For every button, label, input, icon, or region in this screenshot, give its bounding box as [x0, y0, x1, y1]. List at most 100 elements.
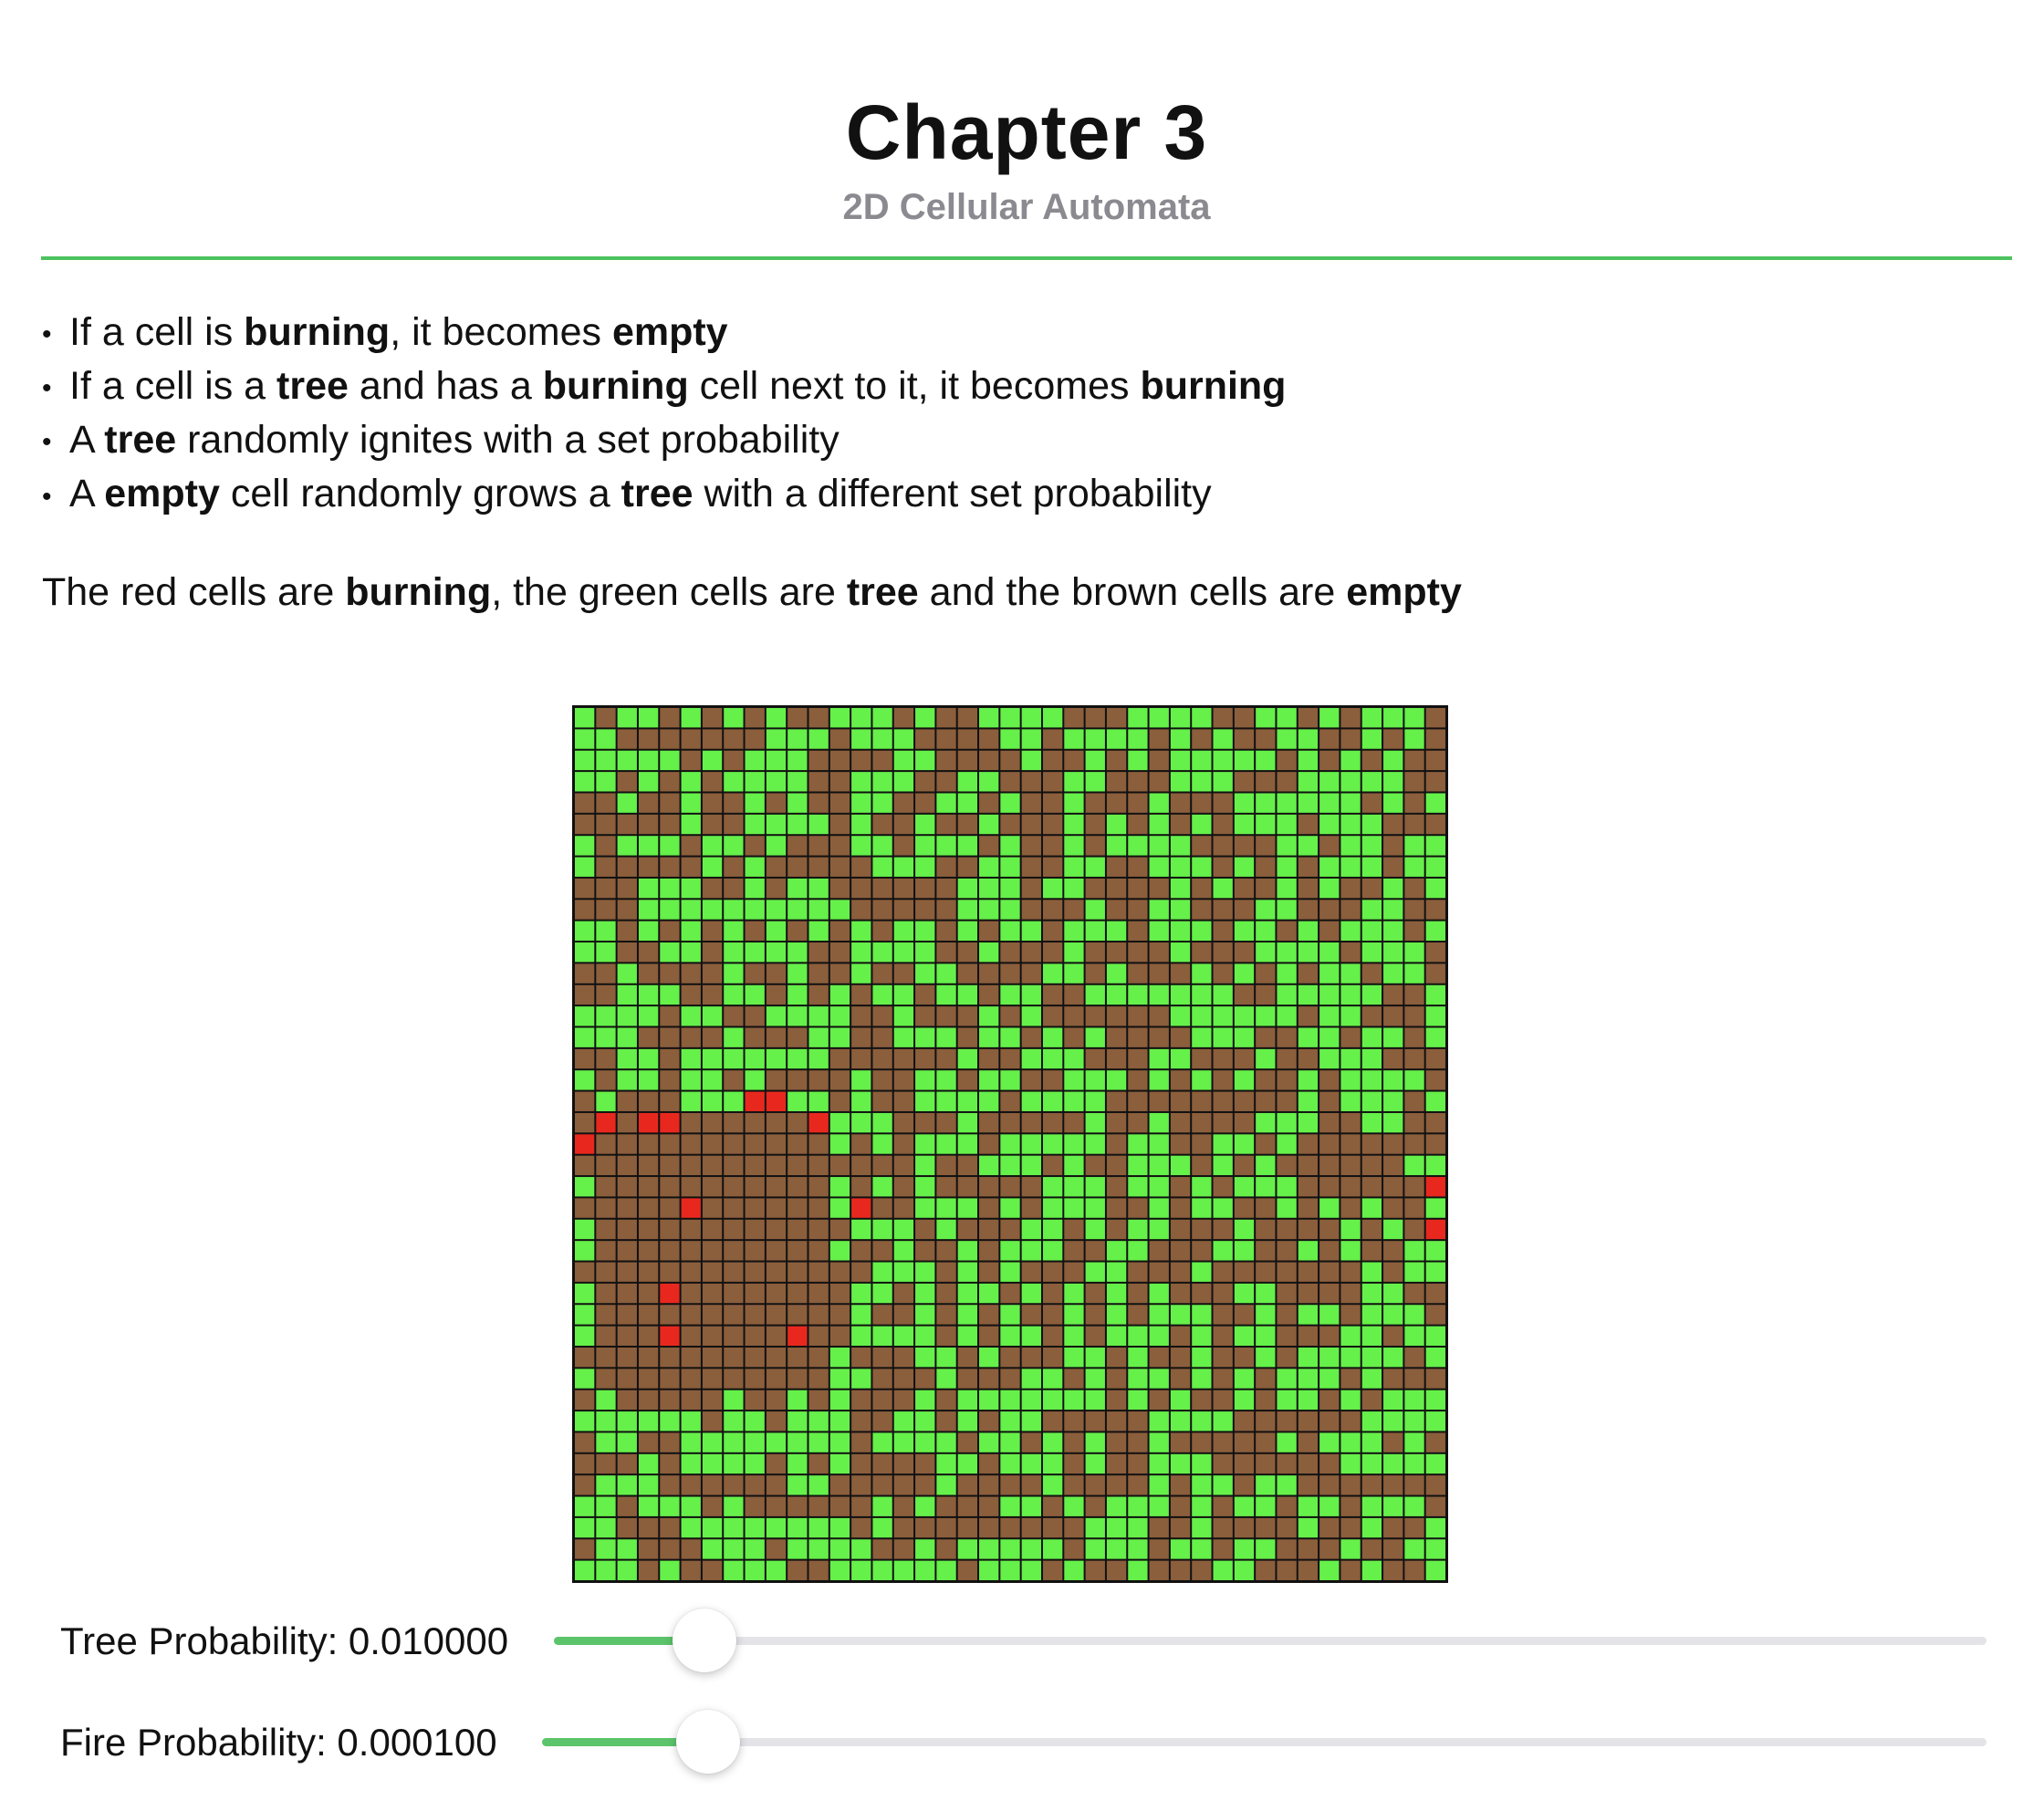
cell-empty — [766, 1112, 787, 1133]
cell-empty — [1277, 1411, 1297, 1431]
cell-tree — [1021, 1560, 1041, 1580]
cell-empty — [1234, 1305, 1255, 1325]
cell-empty — [1106, 1155, 1127, 1176]
cell-tree — [1042, 708, 1063, 728]
cell-tree — [1404, 1070, 1424, 1090]
cell-empty — [1277, 1091, 1297, 1111]
cell-tree — [766, 836, 787, 856]
cell-empty — [660, 1070, 680, 1090]
cell-empty — [872, 963, 892, 984]
cell-tree — [681, 1070, 701, 1090]
cell-empty — [1340, 1027, 1361, 1047]
cell-tree — [1404, 1390, 1424, 1411]
cell-empty — [1404, 1134, 1424, 1154]
cell-tree — [638, 750, 659, 771]
cell-tree — [1256, 1475, 1276, 1495]
cell-tree — [1170, 772, 1191, 792]
cell-tree — [872, 836, 892, 856]
cell-empty — [1425, 1432, 1445, 1452]
cell-tree — [596, 729, 616, 749]
cell-empty — [936, 772, 956, 792]
cell-empty — [1106, 1390, 1127, 1411]
cell-tree — [575, 1219, 595, 1240]
cell-empty — [681, 729, 701, 749]
cell-empty — [957, 1432, 978, 1452]
cell-empty — [872, 1241, 892, 1261]
cell-empty — [979, 984, 999, 1005]
cell-empty — [724, 750, 744, 771]
cell-empty — [1319, 836, 1340, 856]
cell-tree — [808, 878, 829, 899]
cell-tree — [957, 878, 978, 899]
cell-tree — [979, 1155, 999, 1176]
cell-empty — [1277, 1070, 1297, 1090]
cell-tree — [872, 793, 892, 813]
cell-tree — [681, 1517, 701, 1538]
cell-empty — [1277, 921, 1297, 942]
cell-empty — [1064, 1112, 1084, 1133]
cell-tree — [1383, 1112, 1403, 1133]
cell-tree — [638, 984, 659, 1005]
fire-probability-thumb[interactable] — [676, 1710, 740, 1774]
cell-tree — [1383, 772, 1403, 792]
cell-tree — [1128, 1155, 1148, 1176]
cell-tree — [808, 814, 829, 835]
cell-empty — [1361, 1177, 1382, 1197]
cell-empty — [1042, 1411, 1063, 1431]
cell-tree — [1361, 1112, 1382, 1133]
cell-empty — [808, 793, 829, 813]
cell-tree — [1064, 1070, 1084, 1090]
cell-empty — [787, 1283, 808, 1304]
cell-tree — [787, 963, 808, 984]
cell-empty — [766, 1177, 787, 1197]
cell-tree — [1042, 1134, 1063, 1154]
cell-empty — [596, 1177, 616, 1197]
cell-empty — [1064, 1262, 1084, 1282]
cell-empty — [1192, 1560, 1212, 1580]
cell-empty — [1064, 1006, 1084, 1026]
cell-tree — [872, 1496, 892, 1516]
tree-probability-slider[interactable] — [554, 1608, 1987, 1672]
cell-tree — [1361, 1048, 1382, 1069]
cell-empty — [766, 878, 787, 899]
cell-tree — [575, 729, 595, 749]
cell-empty — [1192, 729, 1212, 749]
tree-probability-thumb[interactable] — [673, 1608, 736, 1672]
cell-tree — [766, 900, 787, 920]
cell-empty — [851, 1177, 871, 1197]
cell-tree — [1042, 1369, 1063, 1389]
cell-tree — [660, 900, 680, 920]
cell-empty — [915, 1475, 935, 1495]
cell-tree — [766, 1432, 787, 1452]
cell-tree — [1170, 708, 1191, 728]
cell-empty — [766, 1070, 787, 1090]
cell-empty — [1042, 750, 1063, 771]
cell-tree — [1149, 1155, 1169, 1176]
cell-empty — [915, 1453, 935, 1474]
cell-tree — [1042, 1177, 1063, 1197]
fire-probability-slider[interactable] — [542, 1710, 1987, 1774]
cell-empty — [979, 921, 999, 942]
cell-empty — [617, 878, 637, 899]
cell-empty — [724, 1305, 744, 1325]
cell-tree — [1170, 984, 1191, 1005]
cell-empty — [681, 1177, 701, 1197]
cell-empty — [660, 1219, 680, 1240]
cell-empty — [1425, 1134, 1445, 1154]
cell-tree — [1064, 1326, 1084, 1346]
cell-empty — [1042, 1560, 1063, 1580]
cell-tree — [1404, 942, 1424, 963]
cell-empty — [1277, 1347, 1297, 1368]
cell-empty — [1234, 1475, 1255, 1495]
cell-empty — [1106, 1112, 1127, 1133]
cell-tree — [872, 1177, 892, 1197]
cell-tree — [1000, 729, 1020, 749]
cell-empty — [1425, 1112, 1445, 1133]
cell-empty — [1192, 900, 1212, 920]
cell-empty — [745, 1262, 765, 1282]
cell-empty — [808, 1326, 829, 1346]
cell-tree — [1319, 1027, 1340, 1047]
cell-tree — [936, 1027, 956, 1047]
cell-tree — [1383, 1411, 1403, 1431]
cell-empty — [1042, 772, 1063, 792]
